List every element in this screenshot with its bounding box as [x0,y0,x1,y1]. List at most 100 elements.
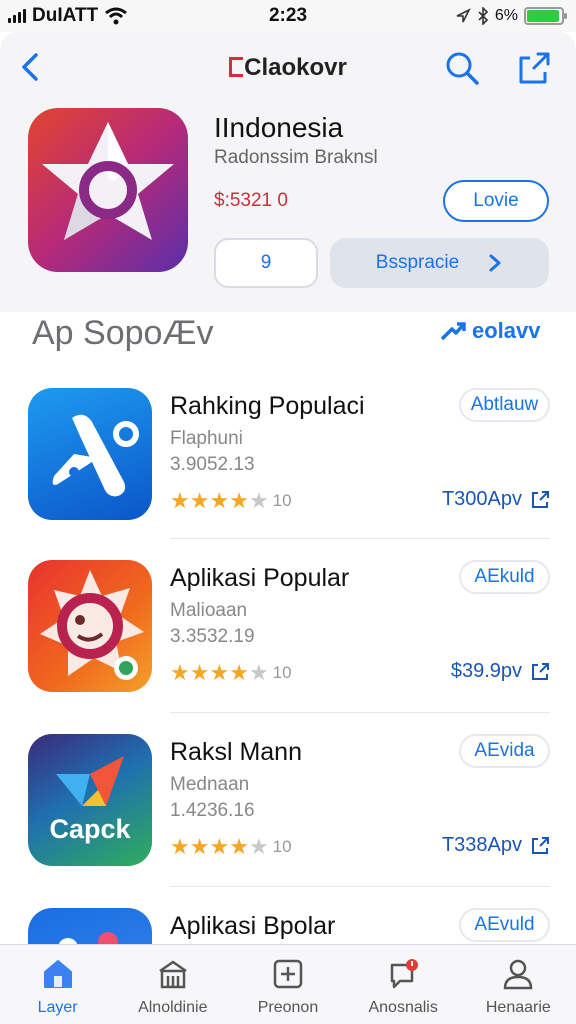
app-category: Malioaan [170,600,248,621]
star-filled-icon: ★ [170,488,190,513]
trend-arrow-icon [440,322,466,341]
battery-percent: 6% [494,7,518,24]
capcut-logo-icon: Capck [49,756,132,844]
count-button[interactable]: 9 [214,238,318,288]
app-version: 1.4236.16 [170,800,255,821]
tool-logo-icon [52,414,139,497]
brand-logo-icon [229,57,244,77]
battery-level [527,10,560,22]
hero-title: IIndonesia [214,112,344,143]
rating-stars-group: ★★★★★ [170,488,269,514]
star-filled-icon: ★ [229,834,249,859]
status-left: DuIATT [8,5,128,27]
location-icon [456,8,471,23]
app-icon[interactable] [28,908,152,944]
person-icon [504,959,533,990]
rating-stars: ★★★★★ 10 [170,834,292,860]
explore-button-label: Bsspracie [375,252,460,273]
divider [170,886,550,887]
list-item[interactable]: Aplikasi Bpolar AEvuld [0,908,576,944]
tab-label: Preonon [257,999,319,1016]
app-price: T338Apv [441,834,522,856]
divider [170,712,550,713]
chat-notification-icon [390,959,419,989]
list-item[interactable]: Aplikasi Popular Malioaan 3.3532.19 ★★★★… [0,560,576,736]
share-button[interactable] [516,50,552,86]
star-filled-icon: ★ [189,488,210,513]
battery-icon [524,7,567,25]
star-camera-logo-icon [42,122,174,240]
tab-store[interactable]: Alnoldinie [118,957,228,1017]
get-button[interactable]: AEvuld [459,908,550,942]
rating-count: 10 [272,663,292,682]
app-icon[interactable] [28,388,152,520]
page-title-text: Claokovr [244,54,347,81]
get-button[interactable]: AEkuld [459,560,550,594]
app-category: Flaphuni [170,428,243,449]
tab-label: Henaarie [485,999,551,1016]
star-filled-icon: ★ [209,660,230,685]
carrier-label: DuIATT [32,5,99,26]
nav-bar: Claokovr [0,32,576,102]
external-link-icon [532,836,549,854]
get-button[interactable]: AEvida [459,734,550,768]
app-logo-icon [58,932,118,944]
rating-stars: ★★★★★ 10 [170,660,292,686]
external-link-icon [532,662,549,680]
see-all-label: eolavv [472,318,541,343]
star-filled-icon: ★ [209,834,230,859]
bluetooth-icon [478,7,489,25]
star-empty-icon: ★ [248,660,269,685]
app-icon[interactable] [28,560,152,692]
list-item[interactable]: Capck Raksl Mann Mednaan 1.4236.16 ★★★★★… [0,734,576,910]
tab-label: Alnoldinie [138,999,208,1016]
star-filled-icon: ★ [170,660,190,685]
get-button[interactable]: Abtlauw [459,388,550,422]
app-icon[interactable]: Capck [28,734,152,866]
plus-square-icon [273,959,303,989]
app-price-link[interactable]: $39.9pv [451,660,550,683]
hero-app-icon[interactable] [28,108,188,272]
app-version: 3.9052.13 [170,454,255,475]
tab-label: Layer [37,999,78,1016]
tab-bar: Layer Alnoldinie Preonon Anosnalis Henaa… [0,944,576,1024]
chevron-right-icon [489,254,501,272]
tab-notifications[interactable]: Anosnalis [348,957,458,1017]
star-filled-icon: ★ [189,834,210,859]
home-icon [43,960,72,988]
tab-home[interactable]: Layer [3,957,113,1017]
svg-text:Capck: Capck [49,814,131,844]
rating-stars-group: ★★★★★ [170,834,269,860]
smile-sun-logo-icon [40,570,144,680]
rating-stars-group: ★★★★★ [170,660,269,686]
share-icon [519,52,550,84]
app-version: 3.3532.19 [170,626,255,647]
signal-icon [8,9,26,23]
search-icon [446,52,479,85]
app-price-link[interactable]: T338Apv [442,834,550,857]
status-bar: DuIATT 2:23 6% [0,0,576,32]
status-right: 6% [455,7,567,25]
rating-count: 10 [272,837,292,856]
star-filled-icon: ★ [209,488,230,513]
external-link-icon [532,490,549,508]
tab-create[interactable]: Preonon [233,957,343,1017]
divider [170,538,550,539]
star-filled-icon: ★ [229,660,249,685]
love-button[interactable]: Lovie [443,180,549,222]
app-name: Raksl Mann [170,738,302,766]
explore-button[interactable]: Bsspracie [330,238,549,288]
app-category: Mednaan [170,774,250,795]
star-empty-icon: ★ [248,834,269,859]
star-filled-icon: ★ [170,834,190,859]
rating-stars: ★★★★★ 10 [170,488,292,514]
wifi-icon [105,7,128,25]
app-price-link[interactable]: T300Apv [442,488,550,511]
app-name: Aplikasi Bpolar [170,912,336,940]
see-all-link[interactable]: eolavv [440,318,541,344]
tab-profile[interactable]: Henaarie [463,957,573,1017]
rating-count: 10 [272,491,292,510]
star-empty-icon: ★ [248,488,269,513]
app-price: T300Apv [441,488,522,510]
search-button[interactable] [444,50,480,86]
